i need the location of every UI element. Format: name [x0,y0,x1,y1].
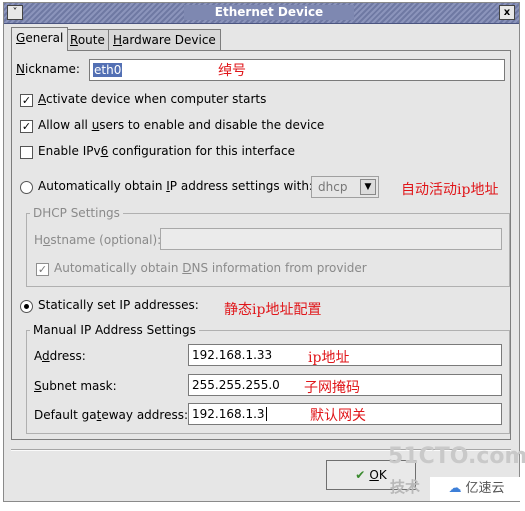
auto-dns-label: Automatically obtain DNS information fro… [54,261,367,275]
static-ip-annotation: 静态ip地址配置 [224,302,322,318]
site-watermark: 51CTO.com [388,444,525,469]
tab-hardware-device[interactable]: Hardware Device [108,29,221,51]
activate-device-checkbox[interactable]: ✓ [20,94,33,107]
title-bar[interactable]: ˅ Ethernet Device x [4,3,519,24]
text-cursor: ​ [265,407,267,421]
window-title: Ethernet Device [184,5,354,20]
chevron-down-icon: ˅ [12,7,18,18]
auto-ip-radio[interactable] [20,181,33,194]
allow-users-label: Allow all users to enable and disable th… [38,118,325,132]
nickname-input[interactable]: eth0 [89,59,505,81]
subnet-mask-annotation: 子网掩码 [304,380,360,396]
hostname-input[interactable] [160,228,502,250]
auto-ip-label: Automatically obtain IP address settings… [38,179,313,193]
static-ip-radio[interactable] [20,300,33,313]
activate-device-label: Activate device when computer starts [38,92,267,106]
auto-ip-annotation: 自动活动ip地址 [401,182,499,198]
cloud-logo-icon: ☁ [448,481,462,496]
dhcp-settings-title: DHCP Settings [30,206,123,220]
static-ip-label: Statically set IP addresses: [38,298,199,312]
address-annotation: ip地址 [308,350,350,366]
hostname-label: Hostname (optional): [34,233,162,247]
nickname-annotation: 绰号 [218,63,246,79]
nickname-label: Nickname: [16,62,80,76]
window-menu-button[interactable]: ˅ [7,5,23,20]
close-button[interactable]: x [499,5,515,20]
address-label: Address: [34,349,86,363]
close-icon: x [503,7,511,18]
enable-ipv6-label: Enable IPv6 configuration for this inter… [38,144,295,158]
subnet-mask-label: Subnet mask: [34,379,117,393]
allow-users-checkbox[interactable]: ✓ [20,120,33,133]
brand-watermark: ☁ 亿速云 [430,477,523,501]
enable-ipv6-checkbox[interactable] [20,146,33,159]
blog-watermark: 技术 [390,478,421,496]
gateway-label: Default gateway address: [34,408,189,422]
dhcp-settings-group [26,213,510,287]
general-tab-panel: Nickname: eth0 绰号 ✓ Activate device when… [11,50,511,440]
auto-dns-checkbox[interactable]: ✓ [36,263,49,276]
check-icon: ✔ [355,468,366,482]
dropdown-arrow-icon: ▼ [360,179,376,195]
gateway-annotation: 默认网关 [310,408,366,424]
tab-route[interactable]: Route [65,29,110,51]
protocol-select[interactable]: dhcp ▼ [311,176,379,198]
ethernet-device-window: ˅ Ethernet Device x General Route Hardwa… [3,2,520,502]
tab-general[interactable]: General [11,27,69,51]
manual-ip-title: Manual IP Address Settings [30,323,199,337]
